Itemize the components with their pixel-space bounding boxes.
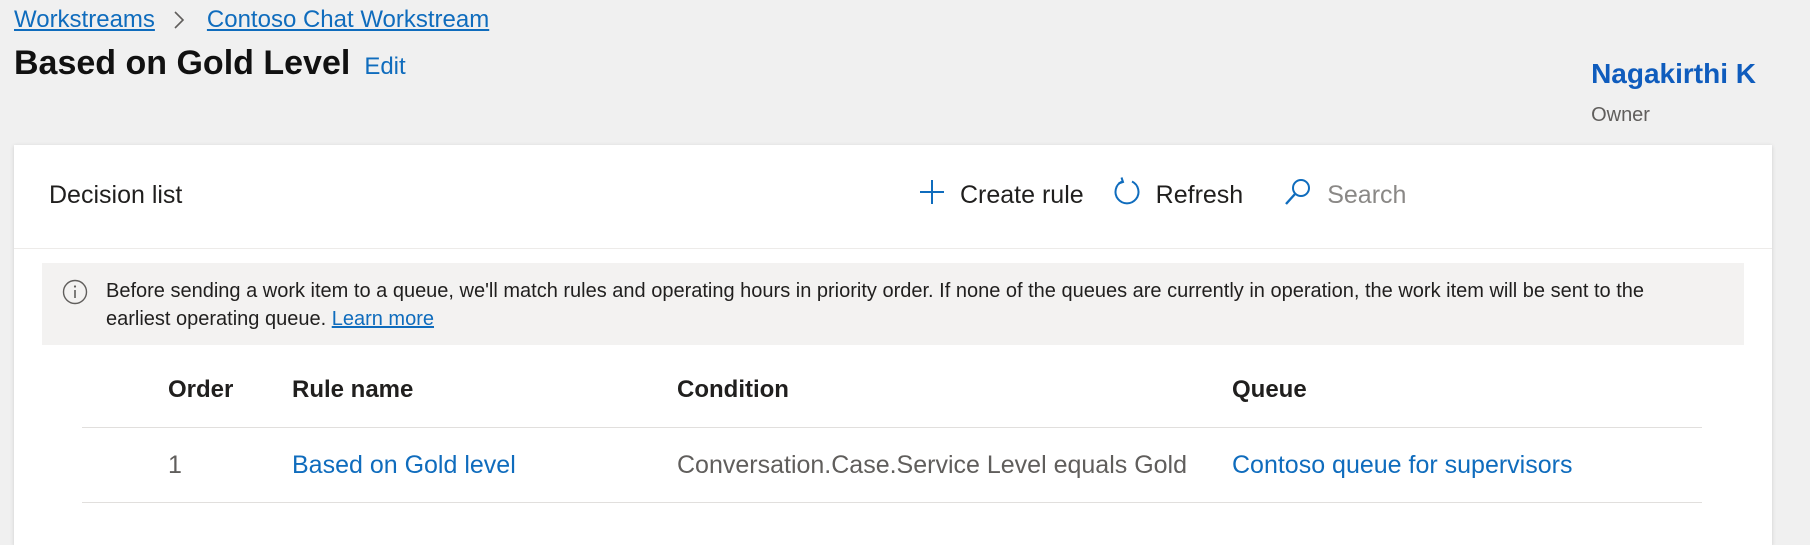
create-rule-label: Create rule [960, 180, 1084, 209]
cell-condition: Conversation.Case.Service Level equals G… [677, 450, 1187, 479]
decision-list-card: Decision list Create rule Refresh Search… [14, 145, 1772, 545]
rule-name-link[interactable]: Based on Gold level [292, 451, 677, 480]
page-title: Based on Gold Level [14, 44, 351, 82]
learn-more-link[interactable]: Learn more [332, 308, 434, 330]
create-rule-button[interactable]: Create rule [918, 178, 1084, 213]
cell-order: 1 [168, 450, 182, 479]
queue-link[interactable]: Contoso queue for supervisors [1232, 451, 1702, 480]
owner-role-label: Owner [1591, 104, 1650, 126]
info-icon [62, 279, 88, 313]
decision-table: Order Rule name Condition Queue 1 Based … [82, 353, 1702, 503]
refresh-button[interactable]: Refresh [1112, 176, 1244, 214]
column-header-queue[interactable]: Queue [1232, 376, 1702, 404]
edit-link[interactable]: Edit [364, 53, 405, 81]
owner-info: Nagakirthi K Owner [1591, 58, 1756, 127]
table-row[interactable]: 1 Based on Gold level Conversation.Case.… [82, 428, 1702, 503]
refresh-label: Refresh [1155, 180, 1244, 209]
info-message-bar: Before sending a work item to a queue, w… [42, 263, 1744, 345]
plus-icon [918, 178, 960, 213]
toolbar: Create rule Refresh Search [918, 175, 1406, 215]
owner-name-link[interactable]: Nagakirthi K [1591, 58, 1756, 90]
title-row: Based on Gold Level Edit [14, 44, 406, 83]
search-box[interactable]: Search [1283, 177, 1406, 214]
table-header-row: Order Rule name Condition Queue [82, 353, 1702, 428]
card-title: Decision list [49, 181, 183, 209]
column-header-order[interactable]: Order [82, 376, 292, 404]
column-header-condition[interactable]: Condition [677, 376, 1232, 404]
breadcrumb: Workstreams Contoso Chat Workstream [14, 6, 489, 34]
breadcrumb-workstreams-link[interactable]: Workstreams [14, 6, 155, 34]
search-icon [1283, 177, 1327, 214]
search-input[interactable]: Search [1327, 181, 1406, 210]
chevron-right-icon [173, 8, 187, 32]
column-header-rule-name[interactable]: Rule name [292, 376, 677, 404]
card-header: Decision list Create rule Refresh Search [14, 145, 1772, 249]
refresh-icon [1112, 176, 1156, 214]
breadcrumb-contoso-chat-workstream-link[interactable]: Contoso Chat Workstream [207, 6, 489, 34]
